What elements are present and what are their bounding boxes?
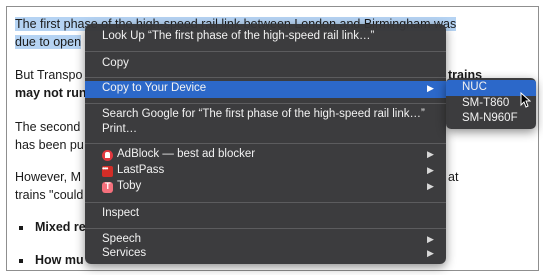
article-line: However, M bbox=[15, 170, 81, 184]
chevron-right-icon: ▶ bbox=[427, 248, 434, 258]
chevron-right-icon: ▶ bbox=[427, 149, 434, 159]
submenu-item-label: SM-T860 bbox=[462, 97, 510, 109]
menu-item-print[interactable]: Print… bbox=[85, 122, 446, 139]
menu-separator bbox=[85, 51, 446, 52]
menu-item-label: LastPass bbox=[117, 164, 165, 176]
article-line: trains "could bbox=[15, 188, 84, 202]
menu-item-label: Inspect bbox=[102, 207, 140, 219]
menu-item-label: Speech bbox=[102, 233, 142, 245]
article-line: may not run bbox=[15, 86, 87, 100]
chevron-right-icon: ▶ bbox=[427, 83, 434, 93]
menu-separator bbox=[85, 143, 446, 144]
article-line: The second bbox=[15, 120, 81, 134]
toby-icon bbox=[102, 181, 113, 193]
menu-item-label: AdBlock — best ad blocker bbox=[117, 148, 256, 160]
menu-item-copy-to-device[interactable]: Copy to Your Device ▶ bbox=[85, 81, 446, 98]
article-line: But Transpo bbox=[15, 68, 83, 82]
chevron-right-icon: ▶ bbox=[427, 165, 434, 175]
menu-item-services[interactable]: Services ▶ bbox=[85, 246, 446, 263]
chevron-right-icon: ▶ bbox=[427, 234, 434, 244]
menu-item-label: Services bbox=[102, 247, 147, 259]
list-item: How mu bbox=[35, 253, 84, 267]
chevron-right-icon: ▶ bbox=[427, 181, 434, 191]
article-line: has been pu bbox=[15, 138, 84, 152]
menu-item-adblock[interactable]: AdBlock — best ad blocker ▶ bbox=[85, 147, 446, 164]
menu-item-toby[interactable]: Toby ▶ bbox=[85, 179, 446, 196]
menu-item-look-up[interactable]: Look Up “The first phase of the high-spe… bbox=[85, 29, 446, 46]
menu-item-label: Look Up “The first phase of the high-spe… bbox=[102, 30, 375, 42]
menu-item-label: Search Google for “The first phase of th… bbox=[102, 108, 425, 120]
menu-item-label: Copy bbox=[102, 57, 129, 69]
menu-item-inspect[interactable]: Inspect bbox=[85, 206, 446, 223]
bullet-icon bbox=[19, 259, 23, 263]
list-item: Mixed re bbox=[35, 220, 86, 234]
adblock-icon bbox=[102, 150, 113, 161]
menu-item-copy[interactable]: Copy bbox=[85, 56, 446, 73]
menu-separator bbox=[85, 103, 446, 104]
menu-separator bbox=[85, 228, 446, 229]
menu-item-lastpass[interactable]: LastPass ▶ bbox=[85, 163, 446, 180]
submenu-item-label: SM-N960F bbox=[462, 112, 518, 124]
article-line-selected[interactable]: due to open bbox=[15, 35, 82, 49]
menu-item-label: Toby bbox=[117, 180, 142, 192]
submenu-item-device[interactable]: SM-N960F bbox=[446, 111, 536, 127]
menu-separator bbox=[85, 202, 446, 203]
bullet-icon bbox=[19, 226, 23, 230]
menu-separator bbox=[85, 77, 446, 78]
submenu-item-label: NUC bbox=[462, 81, 487, 93]
context-menu: Look Up “The first phase of the high-spe… bbox=[85, 24, 446, 264]
lastpass-icon bbox=[102, 164, 113, 177]
mouse-pointer-icon bbox=[520, 92, 531, 108]
menu-item-label: Copy to Your Device bbox=[102, 82, 207, 94]
menu-item-label: Print… bbox=[102, 123, 138, 135]
article-line: at bbox=[448, 170, 459, 184]
